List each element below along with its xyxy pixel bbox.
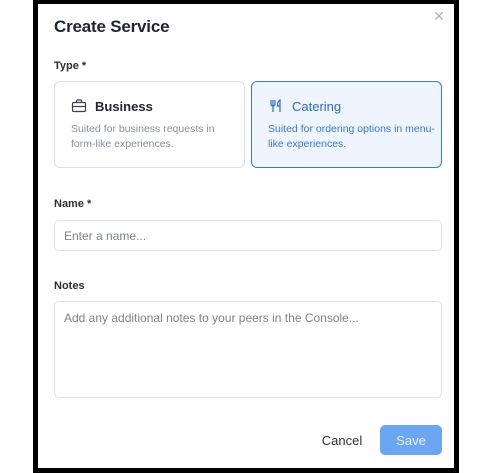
fork-knife-icon [270,99,281,112]
type-option-catering-description: Suited for ordering options in menu-like… [268,123,435,150]
type-option-catering-title: Catering [292,98,342,114]
close-icon[interactable]: ✕ [431,8,447,24]
name-input[interactable] [54,220,442,251]
type-option-business-title: Business [95,98,153,114]
dialog-title: Create Service [54,17,170,36]
type-option-business-head: Business [71,98,153,114]
cancel-button[interactable]: Cancel [314,425,370,455]
notes-textarea[interactable] [54,301,442,398]
type-option-catering-head: Catering [268,98,341,114]
create-service-dialog: ✕ Create Service Type * Business Suited … [38,4,454,468]
notes-label: Notes [54,280,85,292]
save-button[interactable]: Save [380,425,442,455]
briefcase-icon [71,99,87,113]
type-option-catering[interactable]: Catering Suited for ordering options in … [251,81,442,168]
type-option-business-description: Suited for business requests in form-lik… [71,123,215,150]
name-label: Name * [54,198,92,210]
type-label: Type * [54,60,87,72]
type-option-business[interactable]: Business Suited for business requests in… [54,81,245,168]
